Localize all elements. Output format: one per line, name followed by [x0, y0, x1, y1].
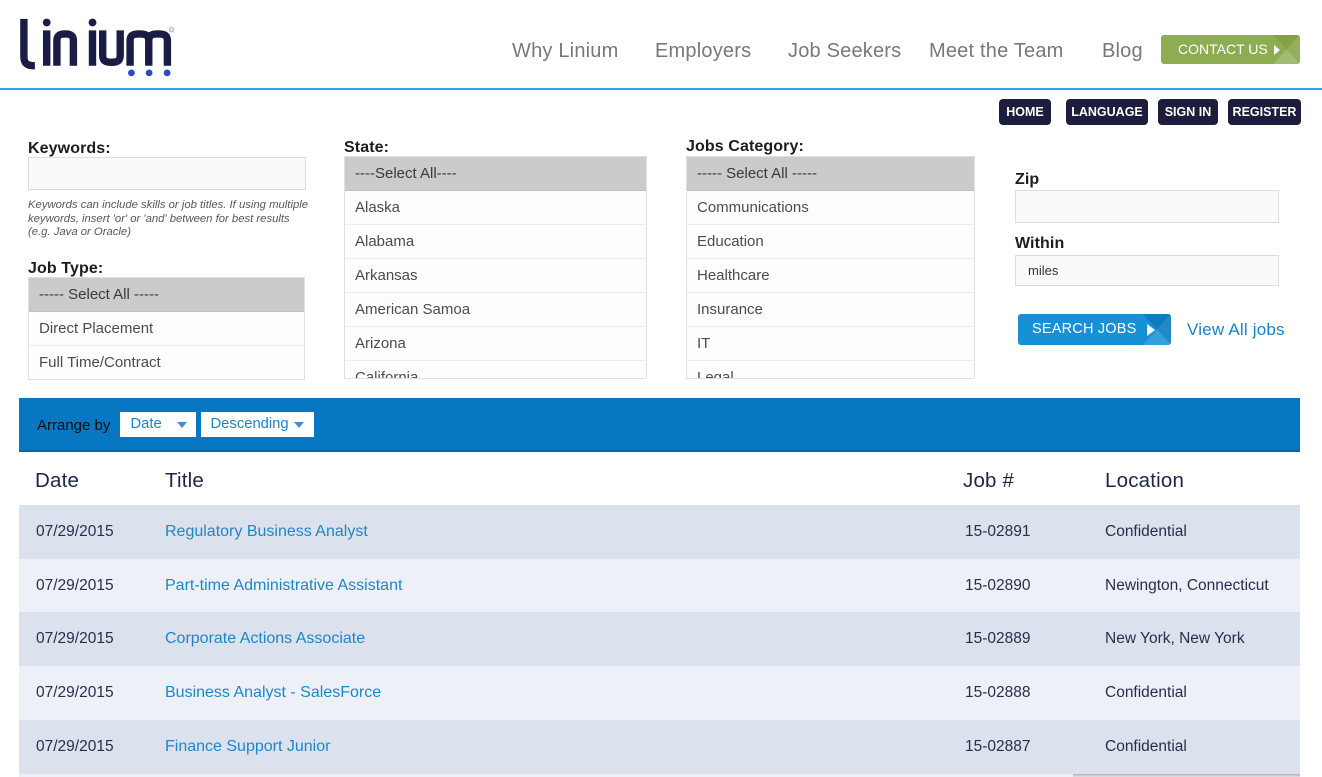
- svg-text:R: R: [170, 28, 173, 32]
